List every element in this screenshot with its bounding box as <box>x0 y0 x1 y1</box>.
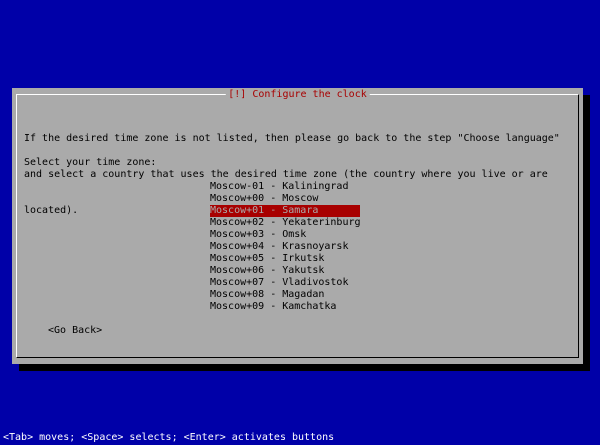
description-line: If the desired time zone is not listed, … <box>24 133 560 144</box>
timezone-list[interactable]: Moscow-01 - Kaliningrad Moscow+00 - Mosc… <box>210 181 361 313</box>
timezone-option[interactable]: Moscow-01 - Kaliningrad <box>210 181 360 193</box>
timezone-option-selected[interactable]: Moscow+01 - Samara <box>210 205 360 217</box>
timezone-option[interactable]: Moscow+04 - Krasnoyarsk <box>210 241 360 253</box>
timezone-option[interactable]: Moscow+08 - Magadan <box>210 289 360 301</box>
keyboard-help-status-bar: <Tab> moves; <Space> selects; <Enter> ac… <box>3 432 335 443</box>
description-line: and select a country that uses the desir… <box>24 169 548 180</box>
dialog-title: [!] Configure the clock <box>225 89 370 101</box>
timezone-option[interactable]: Moscow+03 - Omsk <box>210 229 360 241</box>
go-back-button[interactable]: <Go Back> <box>48 325 102 337</box>
timezone-option[interactable]: Moscow+00 - Moscow <box>210 193 360 205</box>
timezone-option[interactable]: Moscow+06 - Yakutsk <box>210 265 360 277</box>
timezone-prompt: Select your time zone: <box>24 157 157 168</box>
timezone-option[interactable]: Moscow+09 - Kamchatka <box>210 301 360 313</box>
timezone-option[interactable]: Moscow+05 - Irkutsk <box>210 253 360 265</box>
configure-clock-dialog: [!] Configure the clock If the desired t… <box>12 88 583 364</box>
timezone-option[interactable]: Moscow+07 - Vladivostok <box>210 277 360 289</box>
timezone-option[interactable]: Moscow+02 - Yekaterinburg <box>210 217 361 229</box>
